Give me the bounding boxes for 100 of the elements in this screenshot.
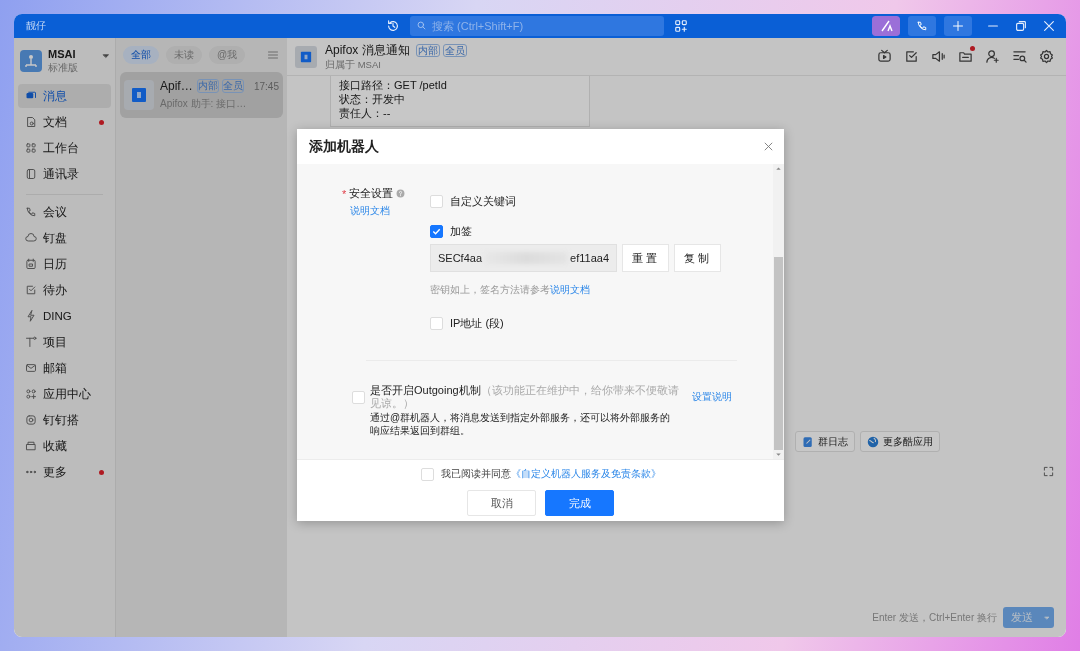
tv-icon[interactable] [877,49,892,64]
tag: 全员 [221,79,244,93]
confirm-button[interactable]: 完成 [545,490,614,516]
message-text: 状态：开发中 [339,92,406,106]
nav-label: 待办 [43,282,67,298]
nav-item[interactable]: 工作台 [18,136,111,160]
scroll-up-icon[interactable] [774,164,783,173]
nav-item[interactable]: 项目 [18,330,111,354]
nav-item[interactable]: 应用中心 [18,382,111,406]
history-icon[interactable] [386,19,400,33]
doc-link[interactable]: 说明文档 [550,283,590,297]
option-label: 加签 [450,223,472,239]
window-title: 靓仔 [26,19,47,33]
box-icon [25,440,37,452]
checkbox-icon[interactable] [904,49,919,64]
option-label: 自定义关键词 [450,193,516,209]
document-icon [25,116,37,128]
cloud-icon [25,232,37,244]
doc-link[interactable]: 说明文档 [350,205,430,218]
mail-icon [25,362,37,374]
caret-icon [1043,613,1051,622]
notebook-icon [802,435,814,448]
contact-book-icon [25,168,37,180]
robot-avatar-icon [124,80,154,110]
nav-item[interactable]: 日历 [18,252,111,276]
nav-item[interactable]: 文档 [18,110,111,134]
chat-subtitle: 归属于 MSAI [325,58,382,72]
nav-label: 会议 [43,204,67,220]
grid-icon [25,142,37,154]
option-label: 是否开启Outgoing机制（该功能正在维护中，给你带来不便敬请见谅。） [370,384,680,410]
search-icon [416,20,427,31]
organization-name[interactable]: MSAI [48,48,95,60]
caret-icon[interactable] [101,51,111,61]
plus-icon [952,20,964,32]
secret-action-button[interactable]: 复制 [674,244,721,272]
globe-icon [867,435,879,448]
nav-label: 文档 [43,114,67,130]
settings-link[interactable]: 设置说明 [692,390,732,404]
conversation-time: 17:45 [253,80,279,92]
dialog-title: 添加机器人 [309,137,379,156]
conversation-name: Apif… [160,79,193,93]
restore-icon[interactable] [1014,19,1028,33]
speaker-icon[interactable] [931,49,946,64]
project-icon [25,336,37,348]
search-list-icon[interactable] [1012,49,1027,64]
nav-item[interactable]: DING [18,304,111,328]
nav-item[interactable]: 更多 [18,460,111,484]
close-icon[interactable] [763,141,774,152]
apps-icon[interactable] [674,19,688,33]
nav-label: 通讯录 [43,166,79,182]
scrollbar[interactable] [773,164,784,459]
field-label: 安全设置 [349,186,394,201]
nav-item[interactable]: 邮箱 [18,356,111,380]
phone-icon [25,206,37,218]
checkbox[interactable] [430,224,443,238]
filter-tab[interactable]: 全部 [123,46,159,64]
nav-item[interactable]: 通讯录 [18,162,111,186]
nav-label: 钉钉搭 [43,412,79,428]
help-text: 密钥如上，签名方法请参考说明文档 [430,282,591,299]
nav-label: 钉盘 [43,230,67,246]
app-button[interactable]: 更多酷应用 [860,431,940,452]
plan-label: 标准版 [48,61,79,75]
required-mark: * [342,187,347,200]
nav-item[interactable]: 收藏 [18,434,111,458]
app-button[interactable]: 群日志 [795,431,855,452]
close-icon[interactable] [1042,19,1056,33]
nav-item[interactable]: 消息 [18,84,111,108]
description-text: 通过@群机器人，将消息发送到指定外部服务，还可以将外部服务的响应结果返回到群组。 [370,411,672,437]
folder-icon[interactable] [958,49,973,64]
nav-label: DING [43,310,72,322]
nav-item[interactable]: 会议 [18,200,111,224]
nav-label: 更多 [43,464,67,480]
help-icon[interactable] [396,189,406,198]
tag: 全员 [442,43,467,57]
call-button[interactable] [908,16,936,36]
expand-icon[interactable] [1043,466,1054,477]
terms-link[interactable]: 《自定义机器人服务及免责条款》 [510,468,661,479]
ai-button[interactable] [872,16,900,36]
nav-item[interactable]: 待办 [18,278,111,302]
add-button[interactable] [944,16,972,36]
shortcut-hint: Enter 发送，Ctrl+Enter 换行 [872,610,997,625]
nav-item[interactable]: 钉钉搭 [18,408,111,432]
apps-icon [25,388,37,400]
add-user-icon[interactable] [985,49,1000,64]
chat-name: Apifox 消息通知 [325,41,410,59]
option-label: IP地址 (段) [450,315,504,331]
tag: 内部 [196,79,219,93]
todo-icon [25,284,37,296]
message-text: 接口路径：GET /petId [339,78,448,92]
scroll-thumb[interactable] [774,257,783,450]
lightning-icon [25,310,37,322]
nav-label: 日历 [43,256,67,272]
secret-field[interactable]: SECf4aa ef11aa4 [430,244,617,272]
search-field[interactable]: 搜索 (Ctrl+Shift+F) [410,16,664,36]
nav-label: 消息 [43,88,67,104]
secret-action-button[interactable]: 重置 [622,244,669,272]
settings-icon[interactable] [1039,49,1054,64]
cancel-button[interactable]: 取消 [467,490,536,516]
calendar-icon [25,258,37,270]
nav-item[interactable]: 钉盘 [18,226,111,250]
